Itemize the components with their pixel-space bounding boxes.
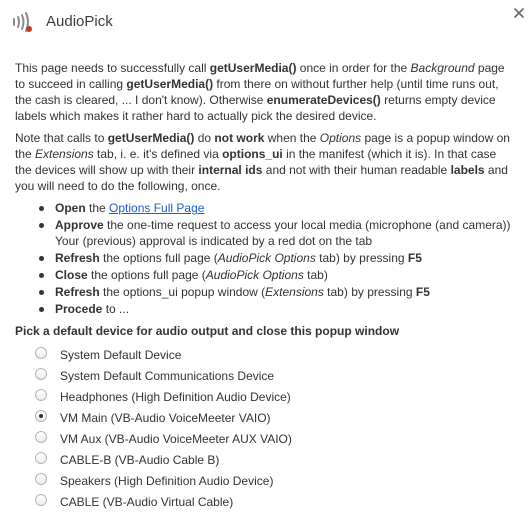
device-label: System Default Communications Device (60, 368, 275, 383)
step-item: Refresh the options full page (AudioPick… (15, 250, 515, 266)
device-label: VM Main (VB-Audio VoiceMeeter VAIO) (60, 410, 271, 425)
text-run: the options_ui popup window ( (99, 285, 266, 299)
radio-button[interactable] (35, 452, 47, 464)
title-bar: AudioPick (0, 0, 529, 46)
bold-text: getUserMedia() (126, 77, 214, 91)
text-run: once in order for the (296, 61, 411, 75)
text-run: the one-time request to access your loca… (55, 218, 511, 248)
bold-text: internal ids (198, 163, 263, 177)
device-label: CABLE-B (VB-Audio Cable B) (60, 452, 220, 467)
bold-text: Refresh (55, 251, 100, 265)
step-item: Open the Options Full Page (15, 200, 515, 216)
radio-button[interactable] (35, 368, 47, 380)
italic-text: Background (410, 61, 475, 75)
device-label: System Default Device (60, 347, 182, 362)
device-label: VM Aux (VB-Audio VoiceMeeter AUX VAIO) (60, 431, 292, 446)
text-run: tab, i. e. it's defined via (93, 147, 223, 161)
text-run: the (85, 201, 110, 215)
radio-button[interactable] (35, 431, 47, 443)
bold-text: Open (55, 201, 86, 215)
device-label: CABLE (VB-Audio Virtual Cable) (60, 494, 234, 509)
device-label: Speakers (High Definition Audio Device) (60, 473, 274, 488)
bold-text: labels (450, 163, 485, 177)
device-option[interactable]: VM Aux (VB-Audio VoiceMeeter AUX VAIO) (15, 428, 515, 449)
bold-text: options_ui (222, 147, 283, 161)
radio-button[interactable] (35, 494, 47, 506)
text-run: tab) (303, 268, 328, 282)
text-run: tab) by pressing (315, 251, 408, 265)
italic-text: Extensions (265, 285, 324, 299)
italic-text: Options (319, 131, 362, 145)
bold-text: getUserMedia() (107, 131, 195, 145)
step-item: Approve the one-time request to access y… (15, 217, 515, 249)
instruction-steps: Open the Options Full Page Approve the on… (15, 200, 515, 317)
device-label: Headphones (High Definition Audio Device… (60, 389, 291, 404)
sound-waves-icon (13, 12, 32, 32)
text-run: the options full page ( (87, 268, 206, 282)
step-item: Close the options full page (AudioPick O… (15, 267, 515, 283)
italic-text: AudioPick Options (217, 251, 316, 265)
options-full-page-link[interactable]: Options Full Page (109, 201, 204, 215)
close-icon[interactable] (512, 6, 526, 20)
radio-button[interactable] (35, 389, 47, 401)
step-item: Refresh the options_ui popup window (Ext… (15, 284, 515, 300)
device-option[interactable]: Headphones (High Definition Audio Device… (15, 386, 515, 407)
device-radio-group: System Default Device System Default Comm… (15, 344, 515, 512)
device-option[interactable]: System Default Communications Device (15, 365, 515, 386)
bold-text: F5 (407, 251, 422, 265)
bold-text: Refresh (55, 285, 100, 299)
italic-text: Extensions (35, 147, 94, 161)
bold-text: F5 (415, 285, 430, 299)
device-option[interactable]: CABLE (VB-Audio Virtual Cable) (15, 491, 515, 512)
window-title: AudioPick (46, 13, 113, 30)
text-run: to ... (102, 302, 130, 316)
italic-text: AudioPick Options (205, 268, 304, 282)
radio-button[interactable] (35, 473, 47, 485)
text-run: Note that calls to (15, 131, 108, 145)
radio-button[interactable] (35, 347, 47, 359)
text-run: when the (264, 131, 320, 145)
bold-text: not work (214, 131, 265, 145)
bold-text: Approve (55, 218, 104, 232)
intro-paragraph-1: This page needs to successfully call get… (15, 60, 515, 124)
bold-text: getUserMedia() (209, 61, 297, 75)
intro-paragraph-2: Note that calls to getUserMedia() do not… (15, 130, 515, 194)
bold-text: enumerateDevices() (266, 93, 381, 107)
text-run: do (194, 131, 215, 145)
text-run: tab) by pressing (323, 285, 416, 299)
bold-text: Procede (55, 302, 103, 316)
device-option[interactable]: Speakers (High Definition Audio Device) (15, 470, 515, 491)
text-run: the options full page ( (99, 251, 218, 265)
options-content: This page needs to successfully call get… (15, 60, 515, 512)
device-option[interactable]: CABLE-B (VB-Audio Cable B) (15, 449, 515, 470)
picker-heading: Pick a default device for audio output a… (15, 324, 400, 338)
bold-text: Close (55, 268, 88, 282)
device-option[interactable]: System Default Device (15, 344, 515, 365)
device-option[interactable]: VM Main (VB-Audio VoiceMeeter VAIO) (15, 407, 515, 428)
step-item: Procede to ... (15, 301, 515, 317)
text-run: and not with their human readable (262, 163, 451, 177)
text-run: This page needs to successfully call (15, 61, 210, 75)
radio-button[interactable] (35, 410, 47, 422)
